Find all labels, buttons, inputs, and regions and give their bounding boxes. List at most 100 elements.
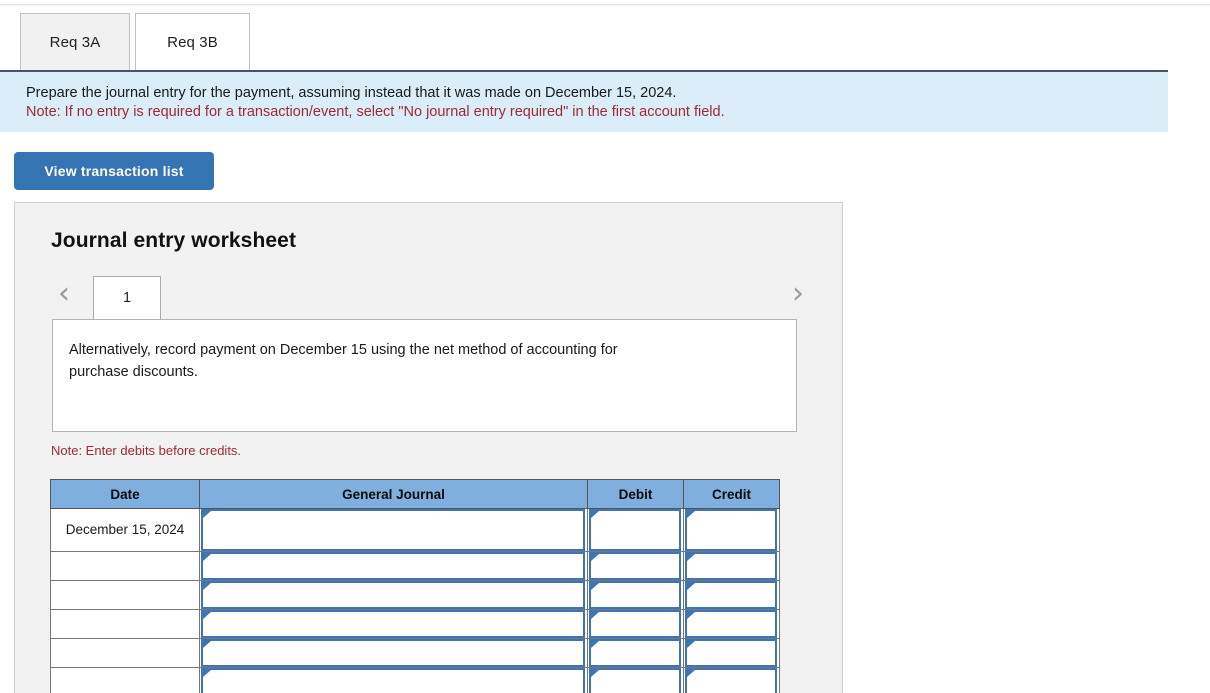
dropdown-marker-icon: [687, 612, 695, 619]
cell-debit-input[interactable]: [589, 668, 681, 693]
cell-date[interactable]: [49, 551, 201, 581]
dropdown-marker-icon: [203, 641, 212, 648]
dropdown-marker-icon: [203, 554, 212, 561]
dropdown-marker-icon: [591, 583, 600, 590]
cell-credit: [683, 609, 780, 639]
cell-credit-input[interactable]: [685, 668, 777, 693]
cell-debit-input[interactable]: [589, 552, 681, 580]
cell-credit: [683, 638, 780, 668]
cell-general-journal-wrap: [201, 552, 586, 580]
table-header-row: Date General Journal Debit Credit: [49, 479, 780, 509]
dropdown-marker-icon: [203, 612, 212, 619]
instruction-note: Note: If no entry is required for a tran…: [26, 104, 725, 120]
tab-req-3b[interactable]: Req 3B: [135, 13, 250, 70]
column-header-date: Date: [49, 479, 201, 509]
cell-debit-input[interactable]: [589, 639, 681, 667]
dropdown-marker-icon: [203, 583, 212, 590]
cell-date[interactable]: [49, 609, 201, 639]
view-transaction-list-button[interactable]: View transaction list: [14, 152, 214, 190]
journal-entry-table: Date General Journal Debit Credit Decemb…: [49, 479, 780, 693]
cell-credit-wrap: [685, 639, 777, 667]
page-title: Journal entry worksheet: [51, 229, 297, 252]
cell-general-journal-input[interactable]: [201, 668, 586, 693]
cell-credit-input[interactable]: [685, 552, 777, 580]
worksheet-pager: ‹ 1 ›: [15, 271, 842, 319]
cell-debit-wrap: [589, 639, 681, 667]
cell-general-journal-wrap: [201, 581, 586, 609]
table-row: [49, 580, 780, 610]
cell-credit-wrap: [685, 668, 777, 693]
cell-general-journal: [199, 508, 589, 552]
journal-entry-worksheet-panel: Journal entry worksheet ‹ 1 › Alternativ…: [14, 202, 843, 693]
dropdown-marker-icon: [203, 511, 212, 518]
dropdown-marker-icon: [591, 554, 600, 561]
tab-req-3a[interactable]: Req 3A: [20, 13, 130, 70]
table-row: December 15, 2024: [49, 508, 780, 552]
cell-general-journal: [199, 638, 589, 668]
cell-debit: [587, 551, 684, 581]
cell-debit: [587, 609, 684, 639]
cell-credit: [683, 580, 780, 610]
cell-debit-wrap: [589, 552, 681, 580]
cell-general-journal-wrap: [201, 509, 586, 551]
page-root: Req 3A Req 3B Prepare the journal entry …: [0, 0, 1210, 693]
scenario-text: Alternatively, record payment on Decembe…: [69, 342, 618, 380]
cell-credit-input[interactable]: [685, 639, 777, 667]
cell-credit: [683, 667, 780, 693]
cell-debit-input[interactable]: [589, 509, 681, 551]
cell-debit-wrap: [589, 581, 681, 609]
cell-credit-wrap: [685, 610, 777, 638]
cell-date[interactable]: [49, 580, 201, 610]
top-divider-secondary: [0, 5, 1210, 6]
dropdown-marker-icon: [687, 511, 695, 518]
cell-debit-wrap: [589, 509, 681, 551]
column-header-general-journal: General Journal: [199, 479, 589, 509]
chevron-right-icon[interactable]: ›: [783, 279, 813, 311]
table-row: [49, 667, 780, 693]
table-row: [49, 609, 780, 639]
cell-debit: [587, 667, 684, 693]
dropdown-marker-icon: [591, 670, 600, 677]
cell-date[interactable]: [49, 667, 201, 693]
tab-req-3b-label: Req 3B: [167, 33, 218, 51]
cell-general-journal-input[interactable]: [201, 639, 586, 667]
cell-general-journal: [199, 580, 589, 610]
dropdown-marker-icon: [687, 670, 695, 677]
cell-general-journal-wrap: [201, 668, 586, 693]
dropdown-marker-icon: [687, 641, 695, 648]
cell-debit: [587, 508, 684, 552]
worksheet-page-tab-1[interactable]: 1: [93, 276, 161, 319]
requirement-tabs: Req 3A Req 3B: [0, 13, 1210, 70]
cell-credit-wrap: [685, 509, 777, 551]
table-row: [49, 551, 780, 581]
cell-credit-input[interactable]: [685, 509, 777, 551]
cell-credit-input[interactable]: [685, 581, 777, 609]
cell-debit-input[interactable]: [589, 610, 681, 638]
cell-general-journal-input[interactable]: [201, 552, 586, 580]
cell-general-journal-input[interactable]: [201, 610, 586, 638]
cell-general-journal-wrap: [201, 610, 586, 638]
dropdown-marker-icon: [591, 641, 600, 648]
chevron-left-icon[interactable]: ‹: [49, 279, 79, 311]
cell-general-journal-wrap: [201, 639, 586, 667]
cell-general-journal-input[interactable]: [201, 581, 586, 609]
dropdown-marker-icon: [591, 612, 600, 619]
cell-debit-wrap: [589, 668, 681, 693]
cell-debit-input[interactable]: [589, 581, 681, 609]
instruction-banner: Prepare the journal entry for the paymen…: [0, 70, 1168, 132]
cell-credit-wrap: [685, 552, 777, 580]
cell-general-journal: [199, 667, 589, 693]
cell-credit-input[interactable]: [685, 610, 777, 638]
instruction-primary: Prepare the journal entry for the paymen…: [26, 85, 677, 101]
worksheet-page-tab-1-label: 1: [122, 290, 132, 306]
cell-general-journal-input[interactable]: [201, 509, 586, 551]
cell-date[interactable]: [49, 638, 201, 668]
debits-note: Note: Enter debits before credits.: [51, 443, 242, 458]
dropdown-marker-icon: [203, 670, 212, 677]
scenario-box: Alternatively, record payment on Decembe…: [52, 319, 797, 432]
cell-date[interactable]: December 15, 2024: [49, 508, 201, 552]
cell-general-journal: [199, 609, 589, 639]
column-header-credit: Credit: [683, 479, 780, 509]
dropdown-marker-icon: [687, 554, 695, 561]
journal-entry-table-body: December 15, 2024: [49, 508, 780, 693]
